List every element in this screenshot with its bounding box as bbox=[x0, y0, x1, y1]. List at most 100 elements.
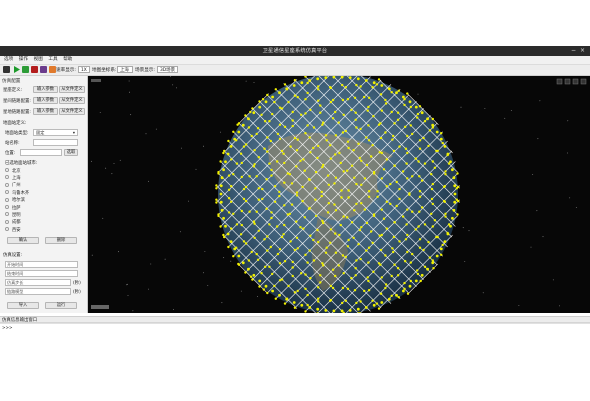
city-radio[interactable] bbox=[5, 168, 9, 172]
city-radio[interactable] bbox=[5, 205, 9, 209]
gsl-input-button[interactable]: 输入参数 bbox=[33, 108, 58, 115]
sim-step-field[interactable]: 仿真步长 bbox=[5, 279, 71, 286]
run-button[interactable]: 运行 bbox=[45, 302, 77, 309]
satellite-point bbox=[432, 259, 434, 261]
constellation-file-button[interactable]: 从文件定义 bbox=[59, 86, 85, 93]
globe-3d-view[interactable] bbox=[88, 76, 590, 313]
satellite-point bbox=[368, 247, 370, 249]
satellite-point bbox=[330, 228, 332, 230]
city-radio[interactable] bbox=[5, 212, 9, 216]
satellite-point bbox=[373, 172, 375, 174]
satellite-point bbox=[245, 186, 247, 188]
isl-input-button[interactable]: 输入参数 bbox=[33, 97, 58, 104]
export-icon[interactable] bbox=[49, 66, 56, 73]
delete-button[interactable]: 删除 bbox=[45, 237, 77, 244]
end-time-field[interactable]: 结束时间 bbox=[5, 270, 78, 277]
satellite-point bbox=[281, 278, 283, 280]
satellite-point bbox=[368, 139, 370, 141]
satellite-point bbox=[271, 273, 273, 275]
satellite-point bbox=[343, 215, 345, 217]
satellite-point bbox=[252, 111, 255, 114]
play-icon[interactable] bbox=[13, 66, 20, 73]
satellite-point bbox=[223, 150, 225, 152]
zoom-icon[interactable] bbox=[565, 79, 570, 84]
start-time-field[interactable]: 开始时间 bbox=[5, 261, 78, 268]
city-radio[interactable] bbox=[5, 190, 9, 194]
satellite-point bbox=[406, 251, 408, 253]
record-icon[interactable] bbox=[40, 66, 47, 73]
satellite-point bbox=[381, 276, 383, 278]
satellite-point bbox=[237, 255, 240, 258]
satellite-point bbox=[451, 217, 454, 220]
satellite-point bbox=[238, 264, 240, 266]
satellite-point bbox=[338, 152, 340, 154]
star bbox=[129, 81, 130, 82]
position-input[interactable] bbox=[20, 149, 62, 156]
menu-item-options[interactable]: 选项 bbox=[4, 56, 13, 64]
step-icon[interactable] bbox=[22, 66, 29, 73]
satellite-point bbox=[427, 145, 429, 147]
globe-canvas[interactable] bbox=[88, 76, 590, 313]
city-radio[interactable] bbox=[5, 183, 9, 187]
satellite-point bbox=[322, 164, 324, 166]
satellite-point bbox=[393, 236, 395, 238]
menu-item-operate[interactable]: 操作 bbox=[19, 56, 28, 64]
city-radio[interactable] bbox=[5, 227, 9, 231]
output-console[interactable]: >>> bbox=[0, 323, 590, 401]
minimize-icon[interactable]: − bbox=[571, 47, 576, 54]
city-radio[interactable] bbox=[5, 220, 9, 224]
satellite-point bbox=[263, 288, 265, 290]
satellite-point bbox=[222, 152, 224, 154]
star bbox=[418, 94, 419, 95]
satellite-point bbox=[338, 264, 340, 266]
satellite-point bbox=[409, 285, 412, 288]
satellite-point bbox=[258, 156, 260, 158]
pick-position-button[interactable]: 选取 bbox=[64, 149, 78, 156]
end-time-label: 结束时间 bbox=[7, 271, 23, 276]
layers-icon[interactable] bbox=[573, 79, 578, 84]
star bbox=[156, 129, 157, 130]
link-model-label: 链路模型 bbox=[7, 289, 23, 294]
home-icon[interactable] bbox=[557, 79, 562, 84]
close-icon[interactable]: × bbox=[580, 47, 585, 54]
satellite-point bbox=[431, 261, 434, 264]
help-icon[interactable] bbox=[581, 79, 586, 84]
satellite-point bbox=[221, 209, 224, 212]
station-name-input[interactable] bbox=[33, 139, 78, 146]
satellite-point bbox=[393, 165, 395, 167]
satellite-point bbox=[232, 213, 234, 215]
satellite-point bbox=[417, 273, 419, 275]
menu-item-view[interactable]: 视图 bbox=[34, 56, 43, 64]
satellite-point bbox=[300, 272, 302, 274]
satellite-point bbox=[416, 116, 418, 118]
speed-select[interactable]: 1X bbox=[78, 66, 90, 73]
satellite-point bbox=[384, 254, 386, 256]
stop-icon[interactable] bbox=[31, 66, 38, 73]
gsl-file-button[interactable]: 从文件定义 bbox=[59, 108, 85, 115]
satellite-point bbox=[275, 298, 277, 300]
satellite-point bbox=[380, 137, 382, 139]
link-model-field[interactable]: 链路模型 bbox=[5, 288, 71, 295]
station-type-select[interactable]: 固定 ▾ bbox=[33, 129, 78, 136]
confirm-button[interactable]: 确认 bbox=[7, 237, 39, 244]
satellite-point bbox=[431, 198, 433, 200]
coord-select[interactable]: 上海 bbox=[117, 66, 133, 73]
satellite-point bbox=[247, 117, 250, 120]
satellite-point bbox=[392, 251, 394, 253]
satellite-point bbox=[432, 267, 434, 269]
city-radio[interactable] bbox=[5, 198, 9, 202]
city-radio[interactable] bbox=[5, 175, 9, 179]
import-button[interactable]: 导入 bbox=[7, 302, 39, 309]
isl-file-button[interactable]: 从文件定义 bbox=[59, 97, 85, 104]
satellite-point bbox=[250, 276, 252, 278]
constellation-input-button[interactable]: 输入参数 bbox=[33, 86, 58, 93]
satellite-point bbox=[385, 283, 387, 285]
satellite-point bbox=[402, 290, 405, 293]
satellite-point bbox=[365, 306, 368, 309]
satellite-point bbox=[313, 126, 315, 128]
menu-item-help[interactable]: 帮助 bbox=[63, 56, 72, 64]
save-icon[interactable] bbox=[3, 66, 10, 73]
scene-select[interactable]: 3D场景 bbox=[157, 66, 178, 73]
menu-item-tools[interactable]: 工具 bbox=[48, 56, 57, 64]
satellite-point bbox=[306, 124, 308, 126]
